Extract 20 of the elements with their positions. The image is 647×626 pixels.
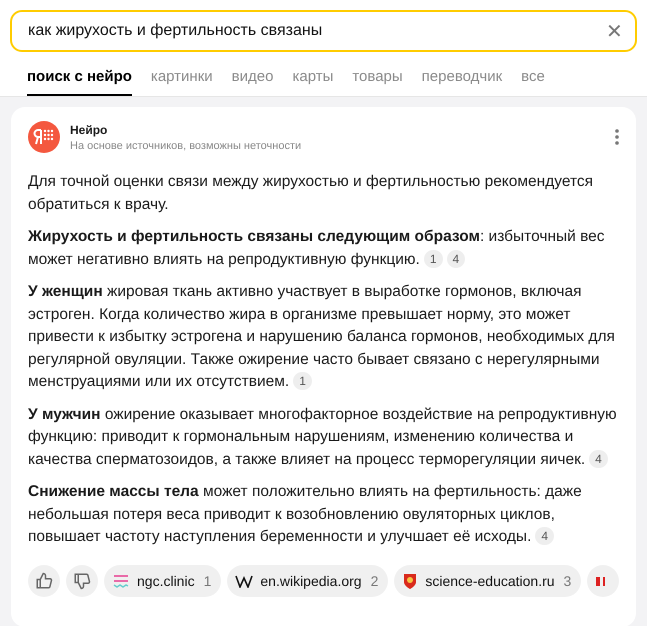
paragraph: У женщин жировая ткань активно участвует в выработке гормонов, включая эстроген. Когда количество жира в организме превышает норму, это может привести к избытку эстрогена и нарушению баланса гормонов, необходимых для регулярной овуляции. Также ожирение часто бывает связано с нерегулярными менструациями или их отсутствием. 1: [28, 282, 616, 392]
tab[interactable]: поиск с нейро: [27, 68, 132, 96]
paragraph: У мужчин ожирение оказывает многофакторное воздействие на репродуктивную функцию: приводит к гормональным нарушениям, изменению количества и качества сперматозоидов, а также влияет на процесс терморегуляции яичек. 4: [28, 404, 618, 470]
tab[interactable]: карты: [292, 68, 334, 96]
tab[interactable]: картинки: [150, 68, 213, 96]
answer-subtitle: На основе источников, возможны неточности: [70, 140, 302, 152]
search-input[interactable]: как жирухость и фертильность связаны: [26, 21, 606, 41]
clear-button[interactable]: ✕: [606, 18, 623, 44]
source-chip[interactable]: science-education.ru 3: [394, 564, 582, 596]
paragraph: Для точной оценки связи между жирухостью и фертильностью рекомендуется обратиться к врачу.: [28, 172, 594, 214]
answer-title: Нейро: [70, 122, 108, 136]
paragraph: Снижение массы тела может положительно влиять на фертильность: даже небольшая потеря веса приводит к возобновлению овуляторных циклов, повышает частоту наступления беременности и улучшает её исходы. 4: [28, 482, 583, 547]
search-field[interactable]: как жирухость и фертильность связаны ✕: [10, 10, 637, 52]
tab[interactable]: все: [521, 68, 545, 96]
source-chip[interactable]: ngc.clinic 1: [104, 564, 222, 596]
source-chip[interactable]: en.wikipedia.org 2: [227, 564, 388, 596]
tab[interactable]: видео: [232, 68, 274, 96]
paragraph: Жирухость и фертильность связаны следующим образом: избыточный вес может негативно влиять на репродуктивную функцию. 1 4: [28, 227, 606, 270]
tab[interactable]: переводчик: [422, 68, 502, 96]
tab[interactable]: товары: [352, 68, 403, 96]
